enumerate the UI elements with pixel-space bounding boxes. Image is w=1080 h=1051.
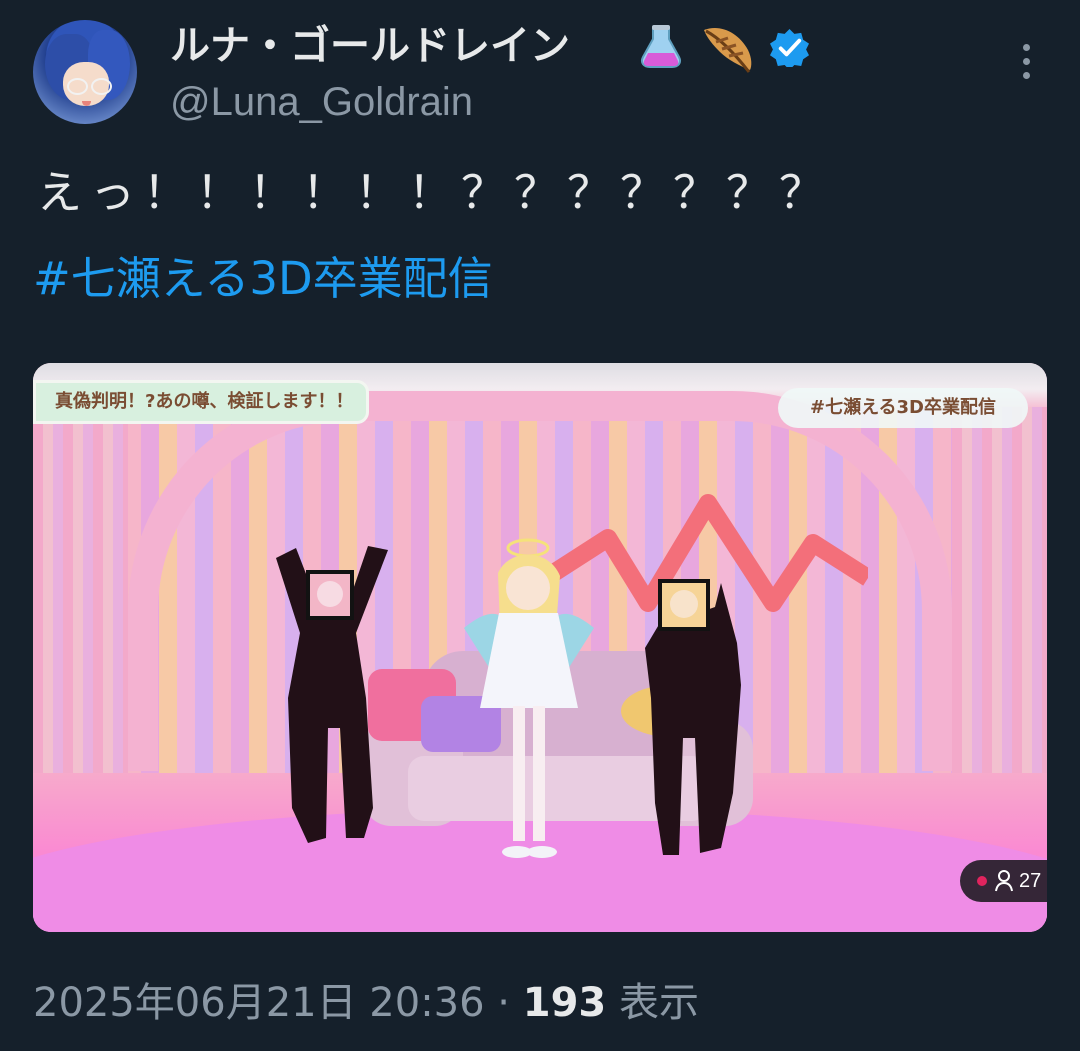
person-right [645, 579, 741, 855]
author-handle[interactable]: @Luna_Goldrain [170, 78, 473, 126]
stage-wall-left [33, 403, 128, 792]
hashtag-link[interactable]: #七瀬える3D卒業配信 [33, 252, 493, 306]
stream-title-banner: 真偽判明！?あの噂、検証します！！ [33, 380, 369, 424]
stage-wall-right [952, 403, 1047, 792]
person-left [276, 546, 388, 843]
verified-badge-icon [770, 28, 809, 67]
media-video[interactable]: 真偽判明！?あの噂、検証します！！ #七瀬える3D卒業配信 27 [33, 363, 1047, 932]
view-count: 193 [522, 980, 607, 1026]
tweet-text: えっ！！！！！！？？？？？？？ [37, 166, 833, 219]
more-options-icon[interactable] [1014, 44, 1038, 82]
tweet-meta: 2025年06月21日 20:36 · 193 表示 [33, 979, 699, 1027]
avatar-glasses-left [67, 78, 88, 95]
stream-hashtag-banner: #七瀬える3D卒業配信 [778, 388, 1028, 428]
author-display-name[interactable]: ルナ・ゴールドレイン [170, 22, 570, 70]
viewer-count-badge: 27 [960, 860, 1047, 902]
alembic-flask-emoji-icon [640, 25, 682, 68]
person-icon [995, 870, 1013, 892]
live-dot-icon [977, 876, 987, 886]
timestamp[interactable]: 2025年06月21日 20:36 · [33, 980, 523, 1026]
viewer-count: 27 [1019, 870, 1042, 892]
idol-center [464, 538, 594, 858]
author-avatar[interactable] [33, 20, 137, 124]
avatar-glasses-right [91, 78, 112, 95]
views-label: 表示 [606, 980, 699, 1026]
feather-emoji-icon [704, 28, 752, 73]
